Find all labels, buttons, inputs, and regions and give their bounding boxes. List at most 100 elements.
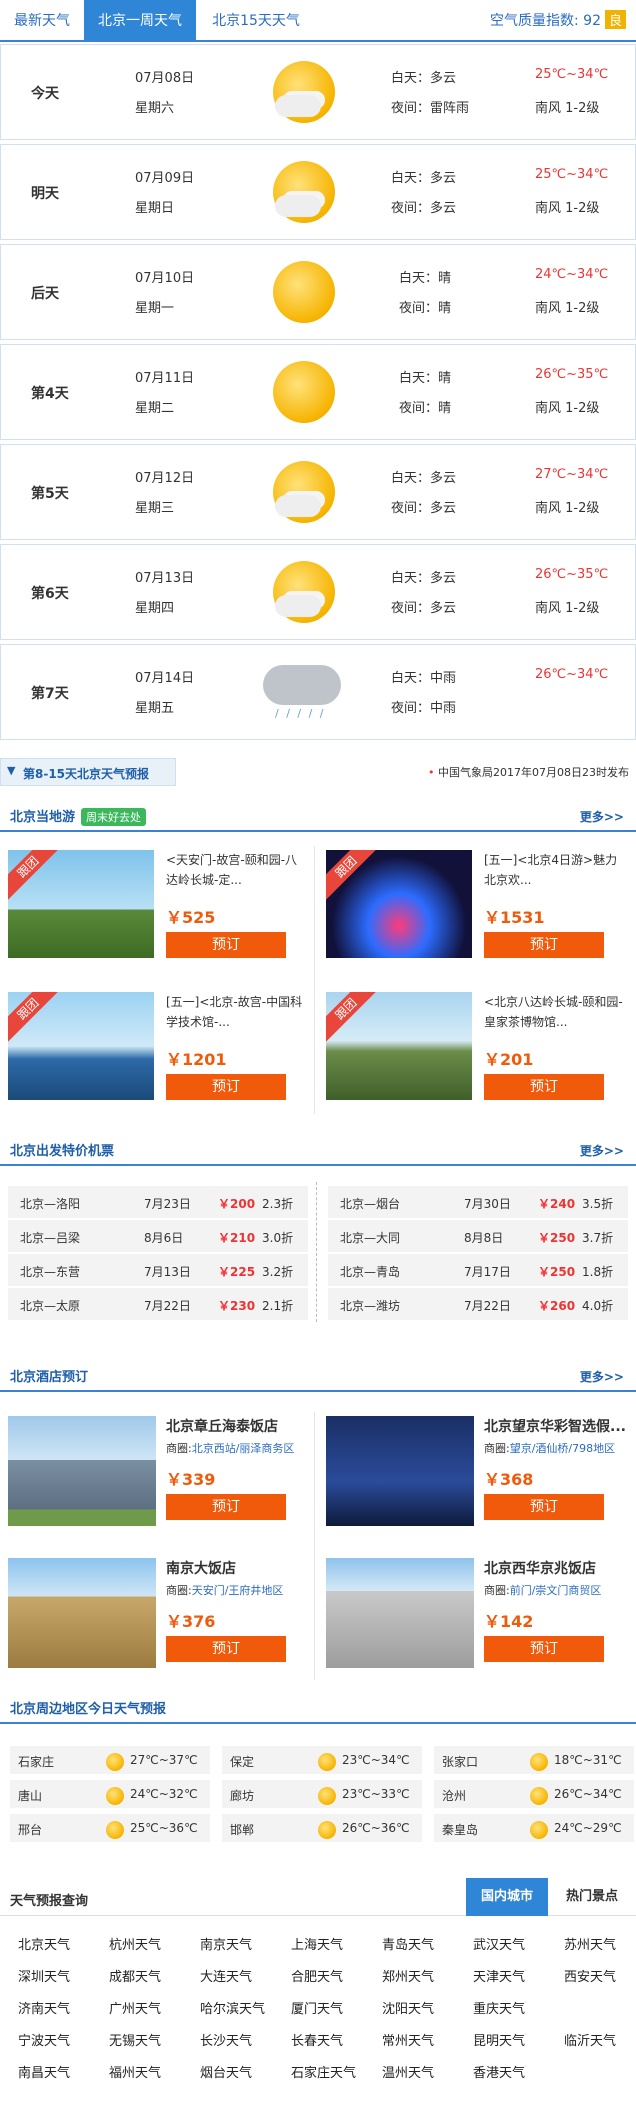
hotel-image[interactable] (326, 1558, 474, 1668)
tour-image[interactable]: 跟团 (326, 850, 472, 958)
city-link[interactable]: 长沙天气 (200, 2030, 290, 2050)
flight-price: ￥225 (218, 1265, 256, 1279)
flight-route: 北京—潍坊 (340, 1299, 401, 1313)
hotel-area-link[interactable]: 前门/崇文门商贸区 (510, 1584, 602, 1597)
tour-image[interactable]: 跟团 (8, 850, 154, 958)
more-15-days-button[interactable]: ▼ 第8-15天北京天气预报 (0, 758, 176, 786)
city-link[interactable]: 沈阳天气 (382, 1998, 472, 2018)
sun-icon (318, 1787, 336, 1805)
night-weather: 夜间：晴 (399, 301, 452, 316)
flight-row[interactable]: 北京—太原 7月22日 ￥230 2.1折 (8, 1288, 308, 1320)
hotel-name[interactable]: 北京西华京兆饭店 (484, 1558, 596, 1578)
nearby-row[interactable]: 保定 23℃~34℃ (222, 1746, 422, 1774)
flight-discount: 2.1折 (262, 1299, 294, 1313)
nearby-row[interactable]: 沧州 26℃~34℃ (434, 1780, 634, 1808)
nearby-row[interactable]: 邢台 25℃~36℃ (10, 1814, 210, 1842)
city-link[interactable]: 杭州天气 (109, 1934, 199, 1954)
book-button[interactable]: 预订 (484, 932, 604, 958)
city-link[interactable]: 昆明天气 (473, 2030, 563, 2050)
city-link[interactable]: 温州天气 (382, 2062, 472, 2082)
hotel-image[interactable] (326, 1416, 474, 1526)
nearby-row[interactable]: 秦皇岛 24℃~29℃ (434, 1814, 634, 1842)
tour-more-link[interactable]: 更多>> (580, 808, 624, 825)
flight-row[interactable]: 北京—吕梁 8月6日 ￥210 3.0折 (8, 1220, 308, 1252)
book-button[interactable]: 预订 (484, 1074, 604, 1100)
tour-description[interactable]: [五一]<北京4日游>魅力北京欢... (484, 850, 624, 890)
night-weather: 夜间：雷阵雨 (391, 101, 470, 116)
city-link[interactable]: 西安天气 (564, 1966, 636, 1986)
city-link[interactable]: 大连天气 (200, 1966, 290, 1986)
city-link[interactable]: 郑州天气 (382, 1966, 472, 1986)
city-link[interactable]: 常州天气 (382, 2030, 472, 2050)
tour-description[interactable]: <天安门-故宫-颐和园-八达岭长城-定... (166, 850, 306, 890)
tour-image[interactable]: 跟团 (8, 992, 154, 1100)
city-link[interactable]: 南昌天气 (18, 2062, 108, 2082)
flight-row[interactable]: 北京—洛阳 7月23日 ￥200 2.3折 (8, 1186, 308, 1218)
book-button[interactable]: 预订 (166, 932, 286, 958)
tab-scenic-spots[interactable]: 热门景点 (548, 1878, 636, 1916)
city-link[interactable]: 上海天气 (291, 1934, 381, 1954)
city-link[interactable]: 成都天气 (109, 1966, 199, 1986)
aqi-indicator[interactable]: 空气质量指数: 92 良 (490, 10, 626, 30)
flight-row[interactable]: 北京—青岛 7月17日 ￥250 1.8折 (328, 1254, 628, 1286)
city-link[interactable]: 长春天气 (291, 2030, 381, 2050)
city-link[interactable]: 无锡天气 (109, 2030, 199, 2050)
nearby-row[interactable]: 唐山 24℃~32℃ (10, 1780, 210, 1808)
city-link[interactable]: 武汉天气 (473, 1934, 563, 1954)
forecast-row: 后天 07月10日 星期一 白天：晴 夜间：晴 24℃~34℃ 南风 1-2级 (0, 244, 636, 340)
book-button[interactable]: 预订 (484, 1636, 604, 1662)
city-link[interactable]: 广州天气 (109, 1998, 199, 2018)
city-link[interactable]: 青岛天气 (382, 1934, 472, 1954)
hotel-name[interactable]: 北京望京华彩智选假... (484, 1416, 626, 1436)
tab-latest[interactable]: 最新天气 (0, 0, 84, 40)
nearby-row[interactable]: 邯郸 26℃~36℃ (222, 1814, 422, 1842)
hotel-area-link[interactable]: 天安门/王府井地区 (192, 1584, 284, 1597)
tab-fifteen[interactable]: 北京15天天气 (196, 0, 316, 40)
tour-description[interactable]: <北京八达岭长城-颐和园-皇家茶博物馆... (484, 992, 624, 1032)
city-link[interactable]: 合肥天气 (291, 1966, 381, 1986)
book-button[interactable]: 预订 (484, 1494, 604, 1520)
hotel-title: 北京酒店预订 (10, 1370, 89, 1385)
tab-domestic-cities[interactable]: 国内城市 (466, 1878, 548, 1916)
hotel-more-link[interactable]: 更多>> (580, 1368, 624, 1385)
city-link[interactable]: 济南天气 (18, 1998, 108, 2018)
tour-image[interactable]: 跟团 (326, 992, 472, 1100)
forecast-weekday: 星期一 (135, 301, 175, 316)
city-link[interactable]: 苏州天气 (564, 1934, 636, 1954)
flight-more-link[interactable]: 更多>> (580, 1142, 624, 1159)
hotel-area-link[interactable]: 望京/酒仙桥/798地区 (510, 1442, 615, 1455)
flight-row[interactable]: 北京—烟台 7月30日 ￥240 3.5折 (328, 1186, 628, 1218)
city-link[interactable]: 厦门天气 (291, 1998, 381, 2018)
temperature-range: 25℃~34℃ (535, 167, 609, 182)
city-link[interactable]: 重庆天气 (473, 1998, 563, 2018)
flight-row[interactable]: 北京—东营 7月13日 ￥225 3.2折 (8, 1254, 308, 1286)
hotel-area-link[interactable]: 北京西站/丽泽商务区 (192, 1442, 295, 1455)
flight-row[interactable]: 北京—大同 8月8日 ￥250 3.7折 (328, 1220, 628, 1252)
city-link[interactable]: 福州天气 (109, 2062, 199, 2082)
rain-drops: / / / / / (275, 707, 326, 720)
flight-row[interactable]: 北京—潍坊 7月22日 ￥260 4.0折 (328, 1288, 628, 1320)
city-link[interactable]: 石家庄天气 (291, 2062, 381, 2082)
weekend-tag[interactable]: 周末好去处 (81, 808, 147, 826)
nearby-row[interactable]: 廊坊 23℃~33℃ (222, 1780, 422, 1808)
hotel-name[interactable]: 北京章丘海泰饭店 (166, 1416, 278, 1436)
city-link[interactable]: 南京天气 (200, 1934, 290, 1954)
tab-week[interactable]: 北京一周天气 (84, 0, 196, 40)
city-link[interactable]: 哈尔滨天气 (200, 1998, 290, 2018)
book-button[interactable]: 预订 (166, 1494, 286, 1520)
city-link[interactable]: 临沂天气 (564, 2030, 636, 2050)
city-link[interactable]: 烟台天气 (200, 2062, 290, 2082)
city-link[interactable]: 宁波天气 (18, 2030, 108, 2050)
nearby-row[interactable]: 石家庄 27℃~37℃ (10, 1746, 210, 1774)
city-link[interactable]: 天津天气 (473, 1966, 563, 1986)
book-button[interactable]: 预订 (166, 1636, 286, 1662)
hotel-image[interactable] (8, 1416, 156, 1526)
book-button[interactable]: 预订 (166, 1074, 286, 1100)
hotel-name[interactable]: 南京大饭店 (166, 1558, 236, 1578)
tour-description[interactable]: [五一]<北京-故宫-中国科学技术馆-... (166, 992, 306, 1032)
city-link[interactable]: 香港天气 (473, 2062, 563, 2082)
hotel-image[interactable] (8, 1558, 156, 1668)
city-link[interactable]: 深圳天气 (18, 1966, 108, 1986)
nearby-row[interactable]: 张家口 18℃~31℃ (434, 1746, 634, 1774)
city-link[interactable]: 北京天气 (18, 1934, 108, 1954)
